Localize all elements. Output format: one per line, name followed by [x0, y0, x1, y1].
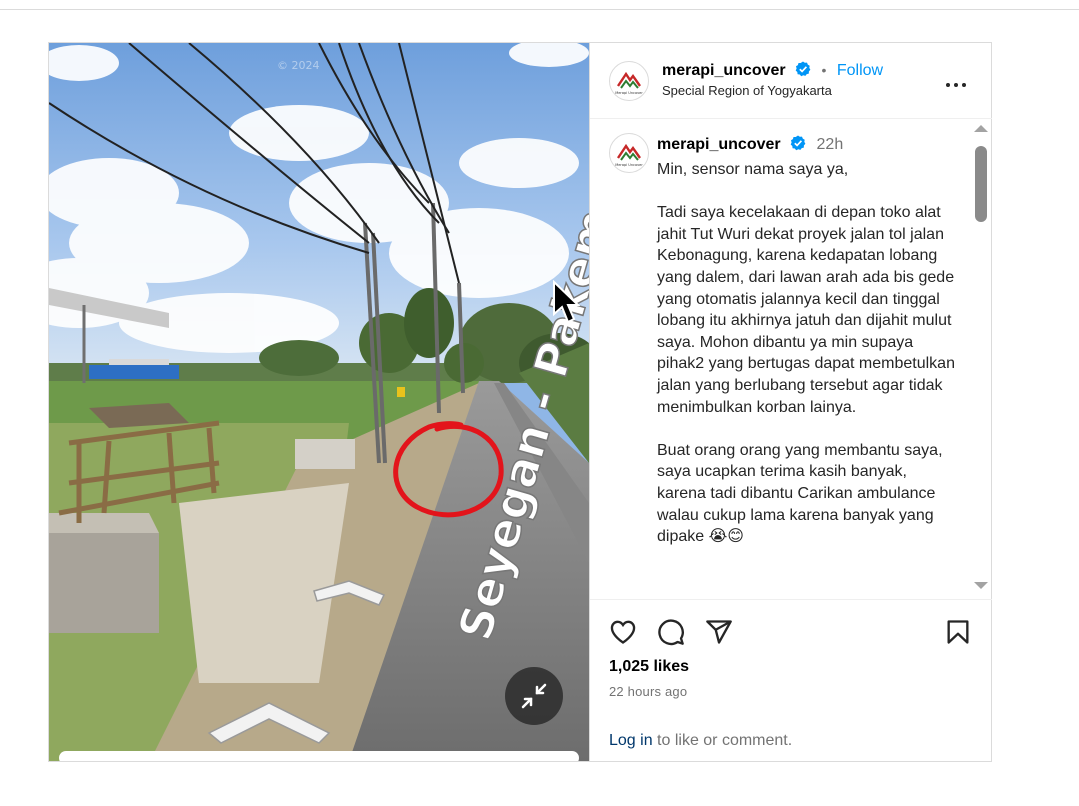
post-header: Merapi Uncover merapi_uncover • Follow S…: [590, 43, 992, 119]
caption-time[interactable]: 22h: [817, 136, 844, 153]
caption-username[interactable]: merapi_uncover: [657, 136, 781, 153]
post-time[interactable]: 22 hours ago: [609, 684, 687, 699]
scroll-thumb: [975, 146, 987, 222]
avatar[interactable]: Merapi Uncover: [609, 61, 649, 101]
cursor-icon: [553, 280, 580, 324]
login-prompt: Log in to like or comment.: [609, 732, 792, 750]
separator-dot: •: [821, 62, 827, 78]
share-button[interactable]: [705, 618, 733, 651]
street-view-image: Seyegan - Pakem © 2024: [49, 43, 589, 761]
share-icon: [706, 620, 732, 644]
like-button[interactable]: [609, 618, 637, 651]
comment-icon: [658, 619, 684, 646]
photo-watermark: © 2024: [277, 59, 320, 72]
login-link[interactable]: Log in: [609, 732, 653, 749]
post-card: Seyegan - Pakem © 2024: [48, 42, 992, 762]
bookmark-icon: [947, 620, 969, 644]
verified-icon: [795, 61, 811, 77]
save-button[interactable]: [944, 618, 972, 651]
location-link[interactable]: Special Region of Yogyakarta: [662, 83, 832, 98]
scroll-down-arrow-icon: [974, 582, 988, 589]
avatar-caption: Merapi Uncover: [615, 91, 643, 95]
actions-section: 1,025 likes 22 hours ago Log in to like …: [590, 599, 992, 762]
login-prompt-text: to like or comment.: [652, 732, 793, 749]
comment-button[interactable]: [657, 618, 685, 651]
mountain-logo-icon: Merapi Uncover: [615, 143, 643, 167]
verified-icon: [790, 135, 806, 151]
more-icon: [946, 83, 966, 87]
mountain-logo-icon: Merapi Uncover: [615, 71, 643, 95]
shrink-button[interactable]: [505, 667, 563, 725]
shrink-icon: [521, 683, 547, 709]
caption-avatar[interactable]: Merapi Uncover: [609, 133, 649, 173]
header-title-row: merapi_uncover • Follow: [662, 61, 883, 80]
caption-header-row: merapi_uncover 22h: [657, 135, 843, 154]
follow-button[interactable]: Follow: [837, 62, 883, 79]
post-photo[interactable]: Seyegan - Pakem © 2024: [49, 43, 589, 761]
scrollbar-graphic: [974, 125, 988, 589]
caption-scrollbar[interactable]: [970, 119, 992, 597]
post-side-panel: Merapi Uncover merapi_uncover • Follow S…: [589, 43, 992, 761]
caption-section: Merapi Uncover merapi_uncover 22h Min, s…: [590, 119, 992, 597]
heart-icon: [610, 620, 636, 644]
caption-text: Min, sensor nama saya ya, Tadi saya kece…: [657, 161, 955, 546]
likes-count[interactable]: 1,025 likes: [609, 658, 689, 676]
scroll-up-arrow-icon: [974, 125, 988, 132]
header-username[interactable]: merapi_uncover: [662, 62, 786, 79]
more-options-button[interactable]: [944, 73, 968, 102]
top-divider: [0, 9, 1079, 10]
caption-avatar-caption: Merapi Uncover: [615, 163, 643, 167]
